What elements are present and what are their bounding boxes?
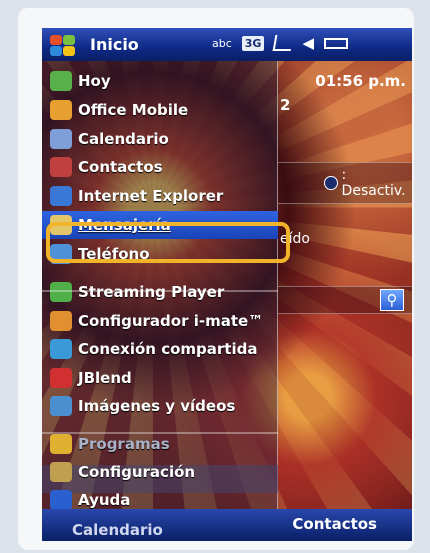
menu-separator	[42, 432, 278, 434]
start-menu-item-label: Calendario	[78, 130, 169, 148]
start-menu-item[interactable]: Programas	[42, 430, 278, 458]
start-menu-item[interactable]: Configurador i-mate™	[42, 307, 278, 335]
contacts-icon	[50, 157, 72, 177]
phone-screen: 01:56 p.m. 2 : Desactiv. eído ⚲ Inicio a…	[42, 28, 412, 541]
search-icon[interactable]: ⚲	[380, 289, 404, 311]
start-menu-item-label: Internet Explorer	[78, 187, 224, 205]
bluetooth-icon	[324, 176, 338, 190]
start-menu-item[interactable]: JBlend	[42, 364, 278, 392]
start-menu-item-label: Programas	[78, 435, 170, 453]
start-menu-item[interactable]: Streaming Player	[42, 278, 278, 306]
settings-icon	[50, 462, 72, 482]
start-menu-item[interactable]: Calendario	[42, 125, 278, 153]
start-menu-item[interactable]: Hoy	[42, 67, 278, 95]
start-menu-item-label: Configurador i-mate™	[78, 312, 264, 330]
windows-logo-icon[interactable]	[46, 32, 78, 58]
office-icon	[50, 100, 72, 120]
start-menu-item[interactable]: Imágenes y vídeos	[42, 392, 278, 420]
start-menu-item-label: Configuración	[78, 463, 196, 481]
ie-icon	[50, 186, 72, 206]
menu-separator	[42, 290, 278, 292]
input-mode-label: abc	[212, 36, 232, 50]
start-menu-item[interactable]: Internet Explorer	[42, 182, 278, 210]
clock[interactable]: 01:56 p.m.	[315, 72, 406, 90]
volume-icon: ◀︎	[302, 34, 315, 52]
messages-row[interactable]: eído	[278, 218, 412, 260]
network-badge: 3G	[241, 35, 265, 51]
battery-icon	[324, 37, 349, 49]
bluetooth-row[interactable]: : Desactiv.	[278, 162, 412, 204]
title-text: Inicio	[90, 35, 139, 54]
start-menu-item[interactable]: Office Mobile	[42, 96, 278, 124]
start-menu-item-label: Imágenes y vídeos	[78, 397, 236, 415]
start-menu-item[interactable]: Contactos	[42, 153, 278, 181]
softkey-left[interactable]: Calendario	[72, 521, 163, 539]
calendar-icon	[50, 129, 72, 149]
highlight-annotation	[46, 222, 290, 263]
today-icon	[50, 71, 72, 91]
pictures-icon	[50, 396, 72, 416]
start-menu-item-label: Office Mobile	[78, 101, 189, 119]
programs-icon	[50, 434, 72, 454]
start-menu-item[interactable]: Conexión compartida	[42, 335, 278, 363]
start-menu-item-label: Hoy	[78, 72, 111, 90]
bluetooth-status: : Desactiv.	[341, 167, 406, 199]
start-menu-item-label: Contactos	[78, 158, 163, 176]
help-icon	[50, 490, 72, 510]
start-menu-item-label: Conexión compartida	[78, 340, 258, 358]
sharing-icon	[50, 339, 72, 359]
signal-icon	[273, 35, 294, 51]
streaming-icon	[50, 282, 72, 302]
softkey-bar: Calendario Contactos	[42, 509, 412, 541]
date-fragment: 2	[280, 96, 291, 114]
title-bar: Inicio abc 3G ◀︎	[42, 28, 412, 61]
jblend-icon	[50, 368, 72, 388]
status-icons[interactable]: abc 3G ◀︎	[212, 34, 349, 52]
start-menu-item-label: Ayuda	[78, 491, 131, 509]
configurator-icon	[50, 311, 72, 331]
start-menu-item[interactable]: Configuración	[42, 458, 278, 486]
softkey-right[interactable]: Contactos	[292, 515, 377, 533]
start-menu-item-label: Streaming Player	[78, 283, 225, 301]
start-menu-item-label: JBlend	[78, 369, 132, 387]
search-row[interactable]: ⚲	[278, 286, 412, 314]
